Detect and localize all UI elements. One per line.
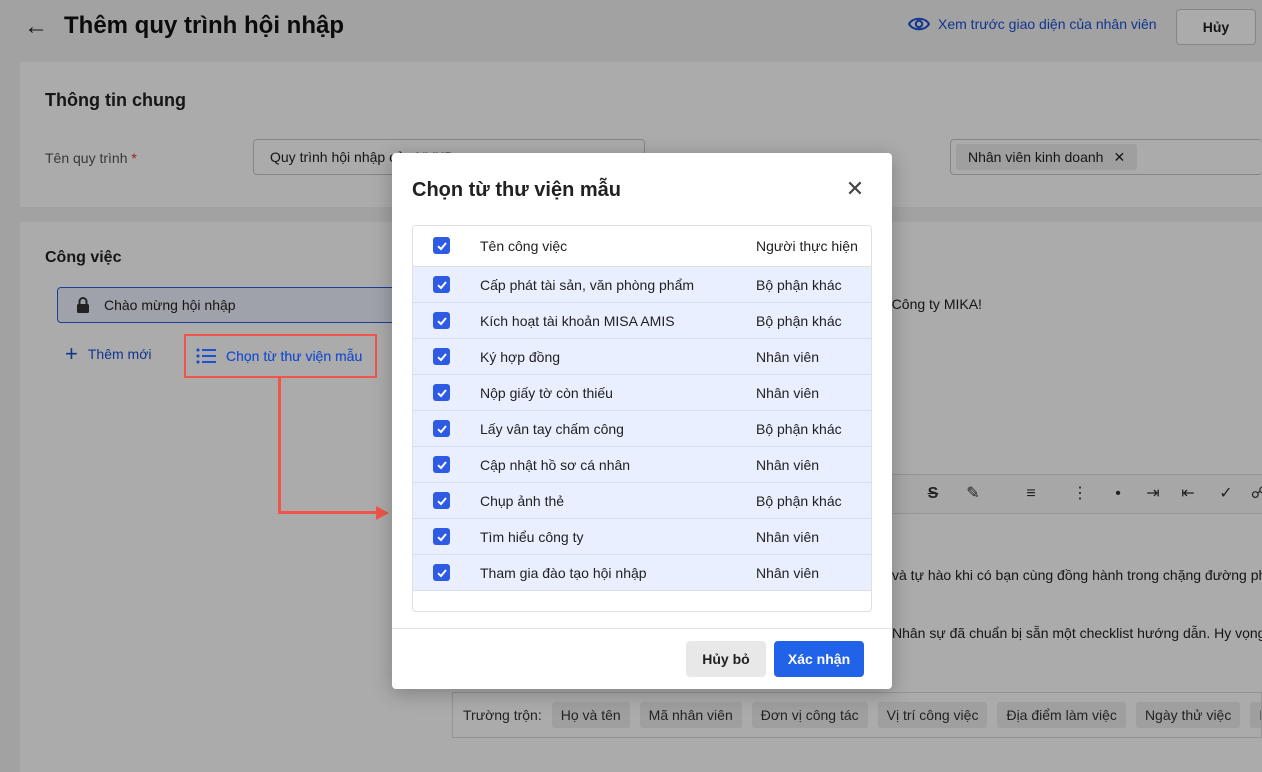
table-row[interactable]: Cập nhật hồ sơ cá nhân Nhân viên xyxy=(413,447,871,483)
list-icon xyxy=(196,348,216,364)
col-owner: Người thực hiện xyxy=(756,238,858,254)
checkmark-icon xyxy=(436,280,447,289)
owner-cell: Nhân viên xyxy=(756,385,820,401)
owner-cell: Nhân viên xyxy=(756,565,820,581)
library-table: Tên công việc Người thực hiện Cấp phát t… xyxy=(412,225,872,612)
task-name-cell: Ký hợp đồng xyxy=(480,349,561,365)
row-checkbox[interactable] xyxy=(433,564,450,581)
modal-title: Chọn từ thư viện mẫu xyxy=(412,179,621,201)
owner-cell: Bộ phận khác xyxy=(756,313,842,329)
select-all-checkbox[interactable] xyxy=(433,237,450,254)
task-name-cell: Cập nhật hồ sơ cá nhân xyxy=(480,457,631,473)
task-name-cell: Chụp ảnh thẻ xyxy=(480,493,565,509)
table-row[interactable]: Cấp phát tài sản, văn phòng phẩm Bộ phận … xyxy=(413,267,871,303)
table-row[interactable]: Chụp ảnh thẻ Bộ phận khác xyxy=(413,483,871,519)
task-name-cell: Nộp giấy tờ còn thiếu xyxy=(480,385,613,401)
owner-cell: Bộ phận khác xyxy=(756,493,842,509)
checkmark-icon xyxy=(436,241,447,250)
table-row[interactable]: Tìm hiểu công ty Nhân viên xyxy=(413,519,871,555)
modal-cancel-button[interactable]: Hủy bỏ xyxy=(686,641,766,677)
row-checkbox[interactable] xyxy=(433,312,450,329)
library-modal: Chọn từ thư viện mẫu ✕ Tên công việc Ngư… xyxy=(392,153,892,689)
row-checkbox[interactable] xyxy=(433,528,450,545)
close-icon[interactable]: ✕ xyxy=(844,178,866,200)
owner-cell: Bộ phận khác xyxy=(756,277,842,293)
table-row[interactable]: Ký hợp đồng Nhân viên xyxy=(413,339,871,375)
task-name-cell: Tham gia đào tạo hội nhập xyxy=(480,565,647,581)
col-task-name: Tên công việc xyxy=(480,238,568,254)
row-checkbox[interactable] xyxy=(433,420,450,437)
row-checkbox[interactable] xyxy=(433,492,450,509)
checkmark-icon xyxy=(436,352,447,361)
task-name-cell: Cấp phát tài sản, văn phòng phẩm xyxy=(480,277,695,293)
row-checkbox[interactable] xyxy=(433,276,450,293)
checkmark-icon xyxy=(436,532,447,541)
choose-library-label: Chọn từ thư viện mẫu xyxy=(226,348,363,364)
checkmark-icon xyxy=(436,316,447,325)
confirm-button[interactable]: Xác nhận xyxy=(774,641,864,677)
table-row[interactable]: Nộp giấy tờ còn thiếu Nhân viên xyxy=(413,375,871,411)
checkmark-icon xyxy=(436,388,447,397)
checkmark-icon xyxy=(436,460,447,469)
row-checkbox[interactable] xyxy=(433,456,450,473)
owner-cell: Bộ phận khác xyxy=(756,421,842,437)
checkmark-icon xyxy=(436,496,447,505)
table-row[interactable]: Lấy vân tay chấm công Bộ phận khác xyxy=(413,411,871,447)
task-name-cell: Lấy vân tay chấm công xyxy=(480,421,624,437)
choose-from-library-highlight[interactable]: Chọn từ thư viện mẫu xyxy=(184,334,377,378)
annotation-arrow-head xyxy=(376,506,389,520)
annotation-arrow-horizontal xyxy=(278,511,378,514)
checkmark-icon xyxy=(436,424,447,433)
table-row[interactable]: Tham gia đào tạo hội nhập Nhân viên xyxy=(413,555,871,591)
owner-cell: Nhân viên xyxy=(756,349,820,365)
annotation-arrow-vertical xyxy=(278,377,281,514)
table-row[interactable]: Kích hoạt tài khoản MISA AMIS Bộ phận khá… xyxy=(413,303,871,339)
owner-cell: Nhân viên xyxy=(756,529,820,545)
owner-cell: Nhân viên xyxy=(756,457,820,473)
row-checkbox[interactable] xyxy=(433,384,450,401)
task-name-cell: Kích hoạt tài khoản MISA AMIS xyxy=(480,313,675,329)
row-checkbox[interactable] xyxy=(433,348,450,365)
checkmark-icon xyxy=(436,568,447,577)
table-header: Tên công việc Người thực hiện xyxy=(413,226,871,267)
task-name-cell: Tìm hiểu công ty xyxy=(480,529,584,545)
modal-footer-divider xyxy=(392,628,892,629)
